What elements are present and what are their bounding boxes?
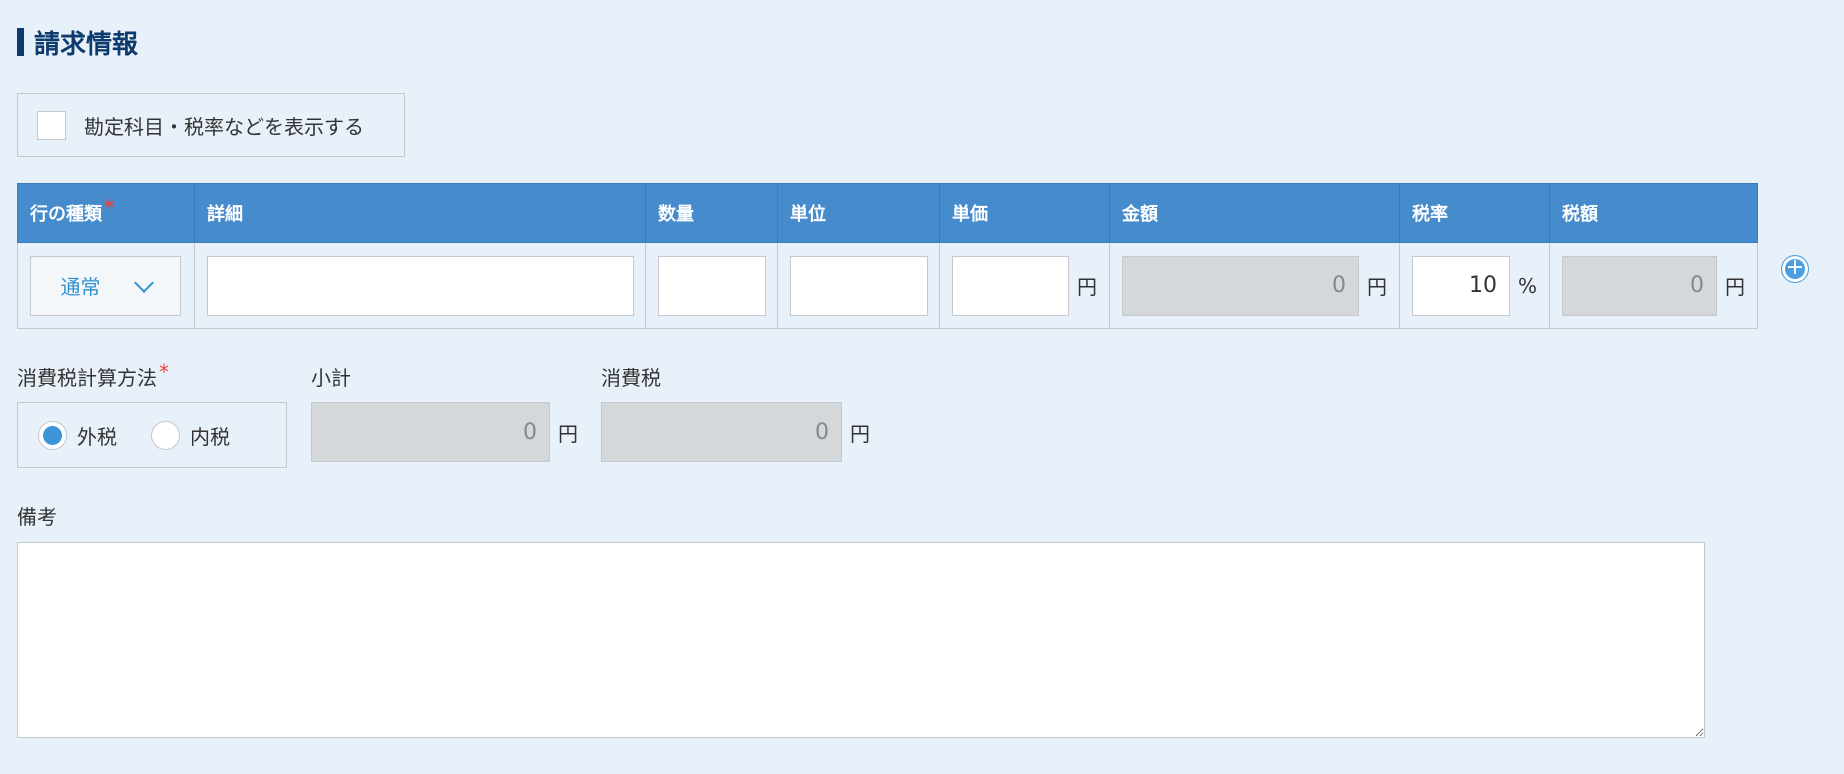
header-detail: 詳細 (194, 183, 646, 243)
tax-rate-suffix: % (1517, 273, 1537, 298)
consumption-tax-suffix: 円 (850, 421, 870, 446)
detail-input[interactable] (207, 255, 634, 316)
header-tax-rate: 税率 (1399, 183, 1550, 243)
required-marker: * (104, 195, 115, 219)
amount-field: 0 (1122, 255, 1359, 316)
radio-selected-dot (43, 425, 62, 445)
remarks-label: 備考 (17, 505, 57, 529)
subtotal-group: 0 円 (311, 402, 578, 462)
amount-suffix: 円 (1367, 275, 1387, 299)
show-account-toggle[interactable]: 勘定科目・税率などを表示する (17, 93, 405, 157)
header-unit-price: 単価 (939, 183, 1110, 243)
unit-input[interactable] (790, 255, 928, 316)
row-type-select[interactable]: 通常 (30, 255, 181, 316)
show-account-checkbox[interactable] (37, 110, 66, 140)
consumption-tax-field: 0 (601, 402, 842, 462)
consumption-tax-label: 消費税 (601, 366, 661, 390)
header-unit: 単位 (777, 183, 940, 243)
consumption-tax-group: 0 円 (601, 402, 870, 462)
tax-rate-input[interactable]: 10 (1412, 255, 1510, 316)
subtotal-suffix: 円 (558, 421, 578, 446)
table-row: 通常 円 0 円 10 % 0 円 (17, 242, 1758, 329)
radio-exclusive-label: 外税 (77, 424, 117, 449)
table-header-row: 行の種類 * 詳細 数量 単位 単価 金額 税率 税額 (17, 183, 1758, 243)
tax-amount-field: 0 (1562, 255, 1717, 316)
tax-method-label: 消費税計算方法 * (17, 360, 169, 390)
radio-inclusive-tax[interactable] (151, 420, 180, 450)
subtotal-field: 0 (311, 402, 550, 462)
unit-price-input[interactable] (952, 255, 1069, 316)
chevron-down-icon (133, 272, 154, 293)
header-row-type: 行の種類 * (17, 183, 195, 243)
header-quantity: 数量 (645, 183, 778, 243)
tax-method-radio-group: 外税 内税 (17, 402, 287, 468)
quantity-input[interactable] (658, 255, 766, 316)
title-accent-bar (17, 28, 24, 56)
add-row-button[interactable]: + (1781, 255, 1809, 283)
unit-price-suffix: 円 (1077, 275, 1097, 299)
subtotal-label: 小計 (311, 366, 351, 390)
radio-inclusive-label: 内税 (190, 424, 230, 449)
row-type-value: 通常 (60, 275, 101, 299)
section-title: 請求情報 (17, 26, 139, 60)
remarks-textarea[interactable] (17, 542, 1705, 738)
header-amount: 金額 (1109, 183, 1400, 243)
invoice-items-table: 行の種類 * 詳細 数量 単位 単価 金額 税率 税額 通常 円 0 円 10 … (17, 183, 1758, 329)
required-marker: * (159, 360, 169, 384)
tax-amount-suffix: 円 (1725, 275, 1745, 299)
radio-exclusive-tax[interactable] (38, 420, 67, 450)
show-account-label: 勘定科目・税率などを表示する (84, 114, 364, 139)
header-tax-amount: 税額 (1549, 183, 1758, 243)
section-title-text: 請求情報 (34, 29, 139, 60)
